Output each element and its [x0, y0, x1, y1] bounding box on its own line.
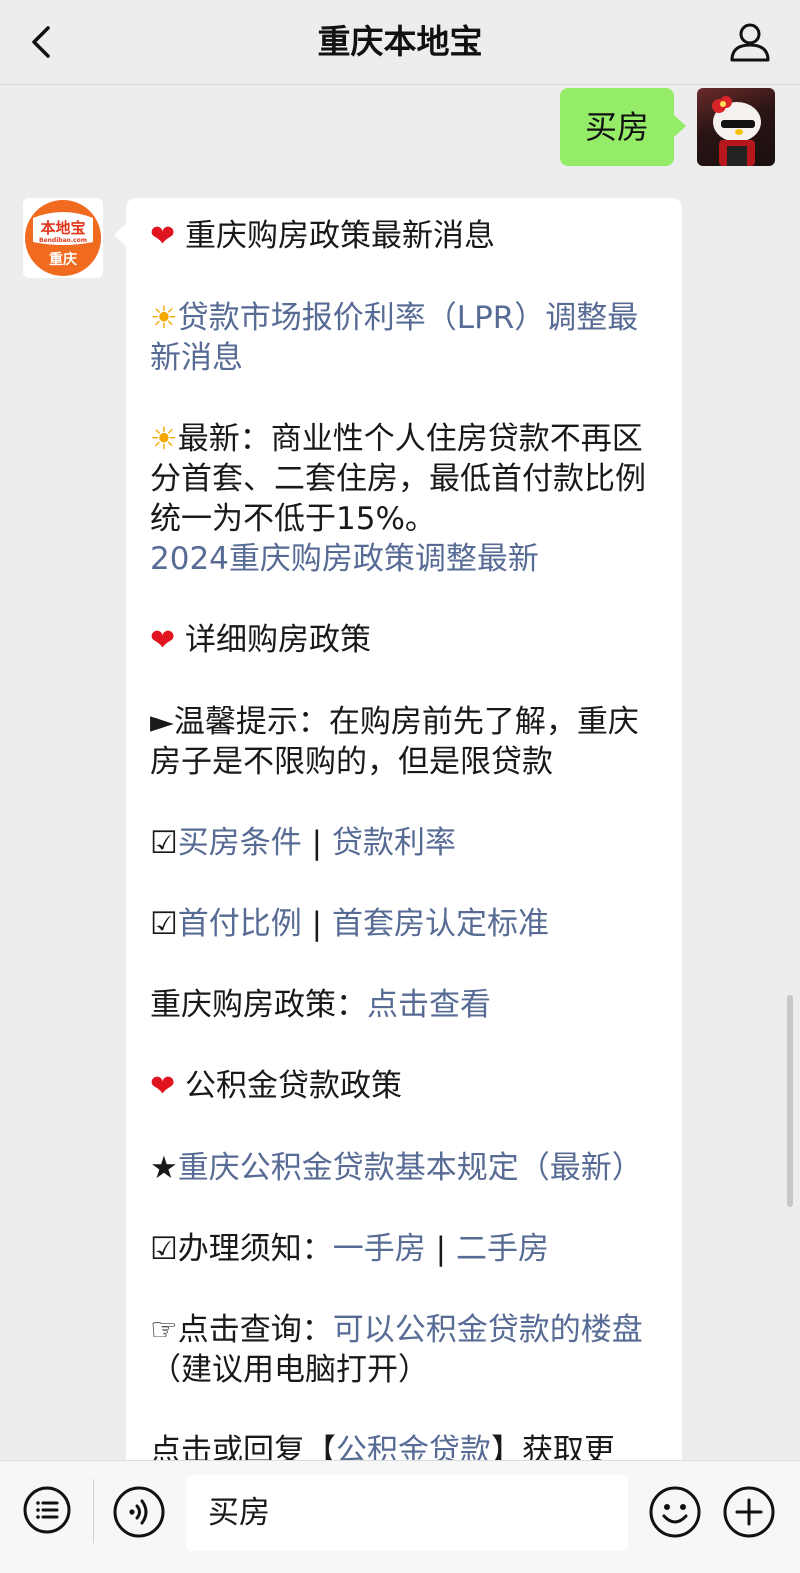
- first-home-standard-link[interactable]: 首套房认定标准: [332, 906, 549, 942]
- more-button[interactable]: [722, 1485, 776, 1539]
- bot-avatar[interactable]: 本地宝 Bendibao.com 重庆: [23, 198, 103, 278]
- message-input-text: 买房: [208, 1495, 270, 1531]
- fund-properties-link[interactable]: 可以公积金贷款的楼盘: [333, 1312, 643, 1348]
- tip-text: ►温馨提示：在购房前先了解，重庆房子是不限购的，但是限贷款: [150, 704, 639, 780]
- message-input[interactable]: 买房: [186, 1475, 628, 1551]
- input-toolbar: 买房: [0, 1460, 800, 1573]
- emoji-icon: [649, 1486, 701, 1538]
- voice-button[interactable]: [112, 1485, 166, 1539]
- sent-message-text: 买房: [584, 108, 649, 146]
- avatar-image: [712, 96, 761, 166]
- lpr-link[interactable]: 贷款市场报价利率（LPR）调整最新消息: [150, 300, 638, 376]
- heart-icon: ❤: [150, 623, 176, 658]
- top-nav-bar: 重庆本地宝: [0, 0, 800, 85]
- chat-title: 重庆本地宝: [317, 22, 483, 61]
- separator: |: [425, 1231, 456, 1267]
- sun-icon: ☀: [150, 300, 178, 336]
- heading-latest-policy: 重庆购房政策最新消息: [185, 218, 495, 254]
- voice-icon: [113, 1486, 165, 1538]
- star-icon: ★: [150, 1150, 178, 1186]
- toolbar-divider: [93, 1479, 94, 1543]
- plus-icon: [723, 1486, 775, 1538]
- menu-list-icon: [23, 1486, 71, 1534]
- checkbox-icon: ☑: [150, 825, 178, 861]
- user-avatar[interactable]: [697, 88, 775, 166]
- scrollbar[interactable]: [787, 995, 793, 1207]
- down-payment-link[interactable]: 首付比例: [178, 906, 302, 942]
- new-house-link[interactable]: 一手房: [333, 1231, 426, 1267]
- loan-rate-link[interactable]: 贷款利率: [332, 825, 456, 861]
- heart-icon: ❤: [150, 219, 176, 254]
- policy-2024-link[interactable]: 2024重庆购房政策调整最新: [150, 541, 539, 577]
- sun-icon: ☀: [150, 421, 178, 457]
- handle-label: ☑办理须知：: [150, 1231, 333, 1267]
- policy-label: 重庆购房政策：: [150, 987, 367, 1023]
- view-policy-link[interactable]: 点击查看: [367, 987, 491, 1023]
- query-note: （建议用电脑打开）: [150, 1352, 429, 1388]
- checkbox-icon: ☑: [150, 906, 178, 942]
- profile-button[interactable]: [728, 20, 772, 64]
- menu-button[interactable]: [22, 1485, 72, 1535]
- separator: |: [301, 906, 332, 942]
- fund-rules-link[interactable]: 重庆公积金贷款基本规定（最新）: [178, 1150, 643, 1186]
- message-content: ❤ 重庆购房政策最新消息 ☀贷款市场报价利率（LPR）调整最新消息 ☀最新：商业…: [150, 216, 660, 1512]
- user-icon: [730, 23, 770, 62]
- heading-detailed-policy: 详细购房政策: [185, 622, 371, 658]
- sent-message-bubble[interactable]: 买房: [560, 88, 686, 166]
- latest-label: 最新：: [177, 421, 271, 457]
- heart-icon: ❤: [150, 1069, 176, 1104]
- received-message-bubble[interactable]: ❤ 重庆购房政策最新消息 ☀贷款市场报价利率（LPR）调整最新消息 ☀最新：商业…: [114, 198, 682, 1498]
- bendibao-logo: 本地宝 Bendibao.com 重庆: [25, 200, 101, 276]
- svg-text:Bendibao.com: Bendibao.com: [39, 237, 87, 244]
- emoji-button[interactable]: [648, 1485, 702, 1539]
- svg-text:重庆: 重庆: [49, 251, 77, 268]
- separator: |: [301, 825, 332, 861]
- heading-fund-policy: 公积金贷款政策: [185, 1068, 402, 1104]
- second-hand-house-link[interactable]: 二手房: [456, 1231, 549, 1267]
- svg-text:本地宝: 本地宝: [40, 219, 85, 237]
- purchase-conditions-link[interactable]: 买房条件: [178, 825, 302, 861]
- query-label: ☞点击查询：: [150, 1312, 333, 1348]
